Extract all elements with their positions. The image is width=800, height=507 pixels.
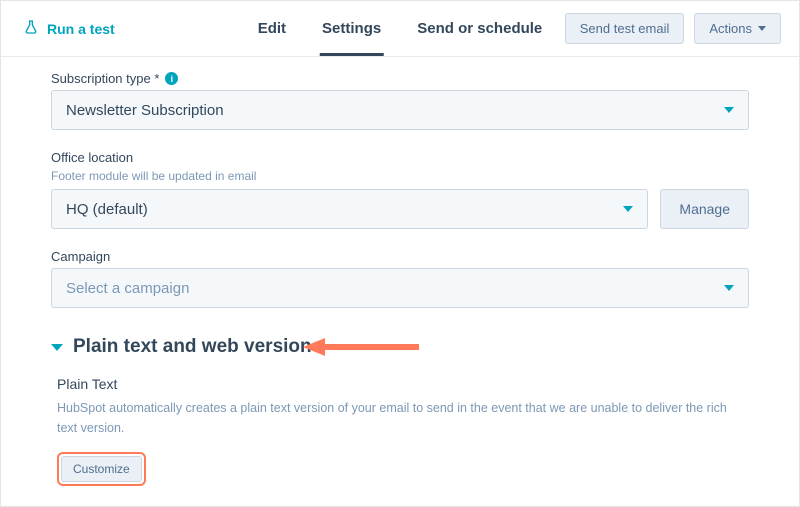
flask-icon: [23, 19, 39, 38]
field-office-location: Office location Footer module will be up…: [51, 150, 749, 229]
plain-text-heading: Plain Text: [57, 376, 749, 392]
subscription-type-value: Newsletter Subscription: [66, 102, 224, 119]
customize-button[interactable]: Customize: [61, 456, 142, 482]
field-campaign: Campaign Select a campaign: [51, 249, 749, 308]
subscription-type-select[interactable]: Newsletter Subscription: [51, 90, 749, 130]
tab-send-or-schedule[interactable]: Send or schedule: [417, 1, 542, 56]
plain-text-description: HubSpot automatically creates a plain te…: [57, 398, 737, 438]
caret-down-icon: [724, 107, 734, 113]
office-location-label: Office location: [51, 150, 749, 165]
chevron-down-icon: [51, 344, 63, 351]
caret-down-icon: [623, 206, 633, 212]
caret-down-icon: [758, 26, 766, 31]
field-subscription-type: Subscription type * i Newsletter Subscri…: [51, 71, 749, 130]
caret-down-icon: [724, 285, 734, 291]
send-test-email-button[interactable]: Send test email: [565, 13, 685, 44]
office-location-value: HQ (default): [66, 201, 148, 218]
annotation-highlight: Customize: [57, 452, 146, 486]
section-title: Plain text and web version: [73, 336, 312, 358]
tab-edit[interactable]: Edit: [258, 1, 286, 56]
settings-content: Subscription type * i Newsletter Subscri…: [1, 57, 799, 486]
run-test-label: Run a test: [47, 21, 115, 37]
actions-dropdown-button[interactable]: Actions: [694, 13, 781, 44]
office-location-select[interactable]: HQ (default): [51, 189, 648, 229]
run-test-link[interactable]: Run a test: [23, 19, 115, 38]
section-plain-text-web-version-toggle[interactable]: Plain text and web version: [51, 336, 749, 358]
top-bar: Run a test Edit Settings Send or schedul…: [1, 1, 799, 57]
header-actions: Send test email Actions: [565, 13, 781, 44]
campaign-label: Campaign: [51, 249, 749, 264]
subscription-type-label: Subscription type * i: [51, 71, 749, 86]
tab-settings[interactable]: Settings: [322, 1, 381, 56]
info-icon[interactable]: i: [165, 72, 178, 85]
manage-button[interactable]: Manage: [660, 189, 749, 229]
campaign-placeholder: Select a campaign: [66, 280, 189, 297]
campaign-select[interactable]: Select a campaign: [51, 268, 749, 308]
plain-text-block: Plain Text HubSpot automatically creates…: [57, 376, 749, 486]
tabs: Edit Settings Send or schedule: [258, 1, 543, 56]
office-location-help: Footer module will be updated in email: [51, 169, 749, 183]
